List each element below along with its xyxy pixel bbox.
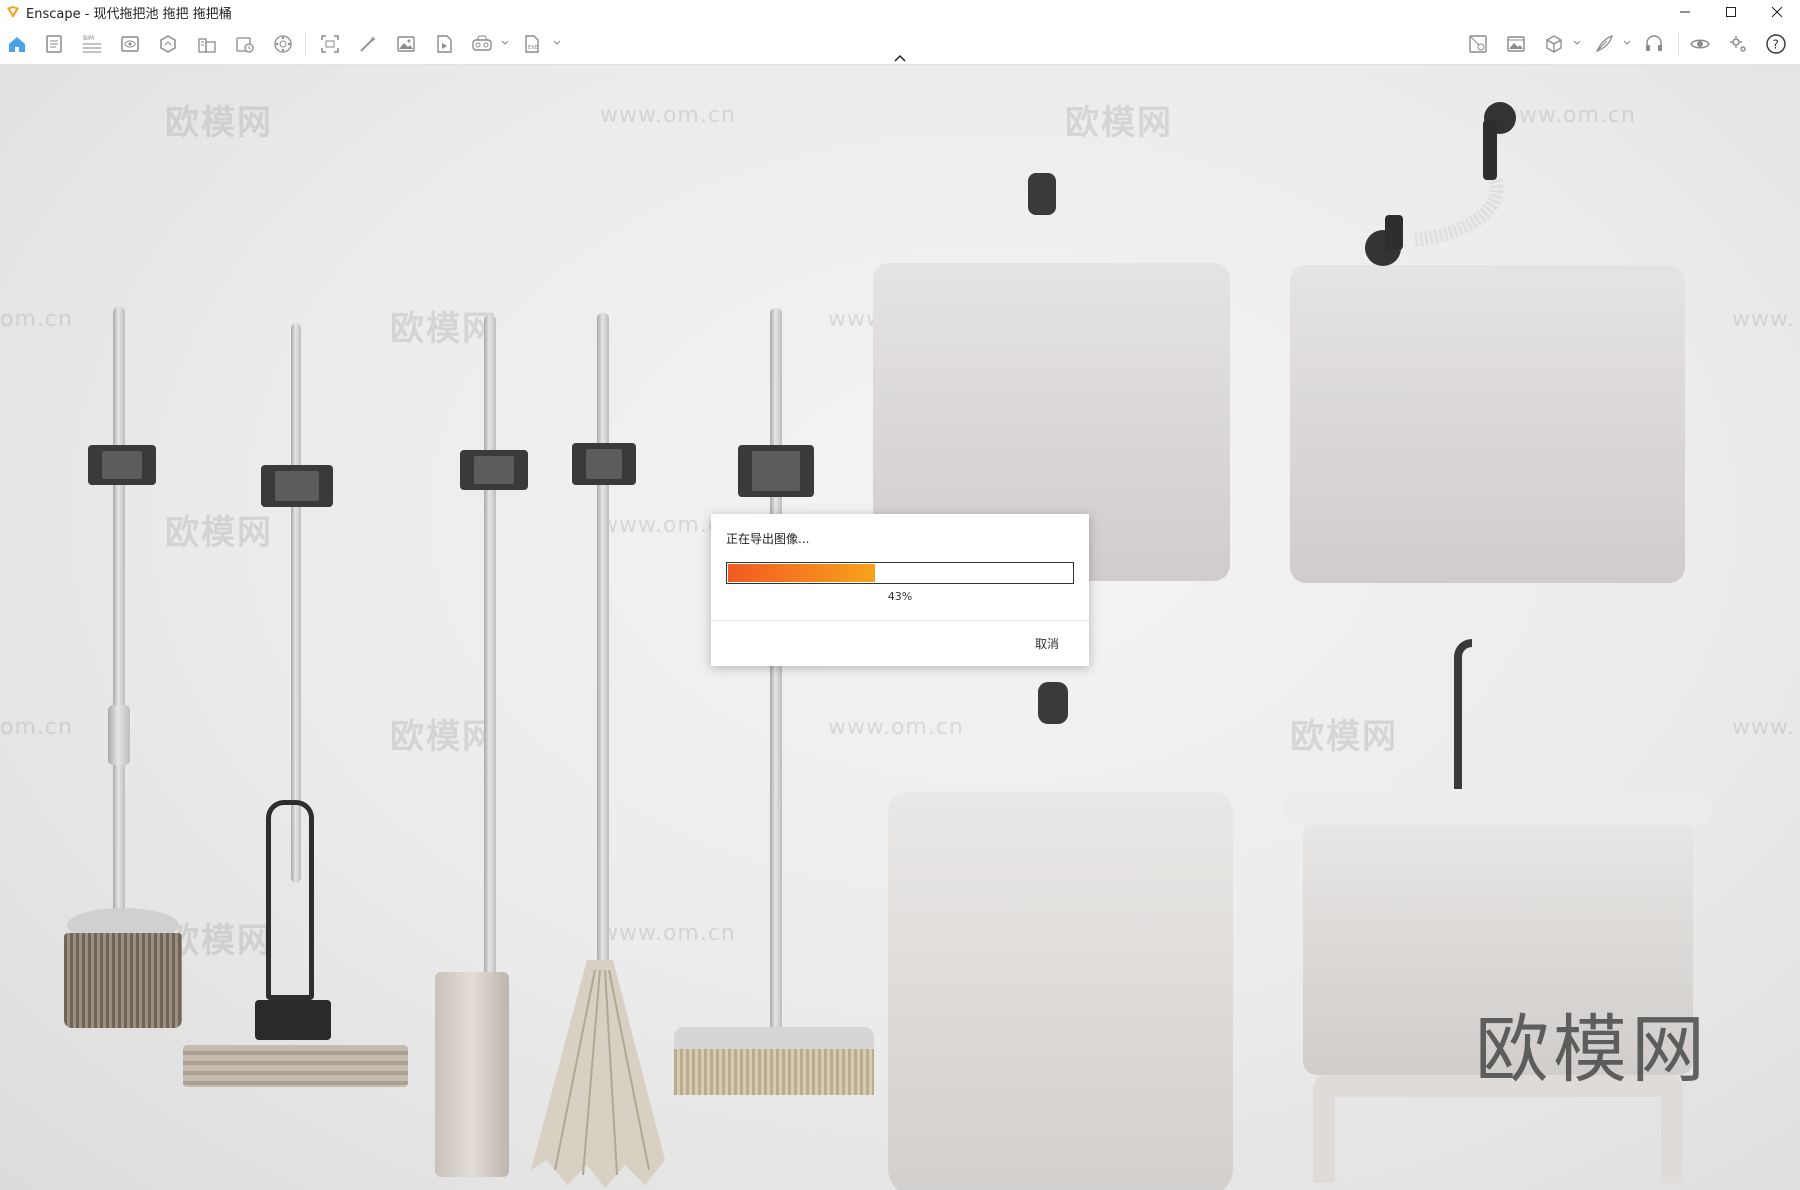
cancel-button[interactable]: 取消	[1035, 635, 1059, 652]
orbit-icon[interactable]	[156, 32, 180, 56]
watermark-url: om.cn	[0, 715, 73, 740]
chevron-down-icon[interactable]	[500, 38, 510, 48]
dialog-divider	[711, 620, 1089, 621]
maximize-button[interactable]	[1708, 0, 1754, 24]
watermark-url: www.om.cn	[600, 103, 736, 128]
vr-icon[interactable]	[470, 32, 494, 56]
minimize-icon	[1680, 11, 1690, 13]
export-progress-dialog: 正在导出图像... 43% 取消	[711, 514, 1089, 666]
toolbar-separator	[1678, 32, 1679, 56]
svg-text:EXE: EXE	[528, 45, 538, 51]
wall-sink	[1290, 265, 1685, 583]
watermark: 欧模网	[165, 513, 273, 553]
material-editor-icon[interactable]	[1466, 32, 1490, 56]
watermark: 欧模网	[1290, 717, 1398, 757]
panorama-icon[interactable]	[271, 32, 295, 56]
watermark: 欧模网	[390, 309, 498, 349]
file-export-icon[interactable]: EXE	[520, 32, 544, 56]
magic-wand-icon[interactable]	[356, 32, 380, 56]
faucet	[1028, 173, 1056, 215]
settings-icon[interactable]	[1726, 32, 1750, 56]
window-title: Enscape - 现代拖把池 拖把 拖把桶	[26, 6, 232, 22]
watermark-url: om.cn	[0, 307, 73, 332]
progress-bar	[726, 562, 1074, 584]
enscape-logo-icon	[7, 6, 19, 18]
close-button[interactable]	[1754, 0, 1800, 24]
watermark-url: www.	[1732, 307, 1795, 332]
watermark: 欧模网	[390, 717, 498, 757]
close-icon	[1771, 6, 1783, 18]
home-icon[interactable]	[5, 32, 29, 56]
image-export-icon[interactable]	[394, 32, 418, 56]
shower-hose	[1365, 102, 1516, 266]
video-icon[interactable]	[432, 32, 456, 56]
watermark-url: www.om.cn	[600, 921, 736, 946]
cube-icon[interactable]	[1542, 32, 1566, 56]
screenshot-icon[interactable]	[318, 32, 342, 56]
headset-icon[interactable]	[1642, 32, 1666, 56]
bim-icon[interactable]: BIM	[80, 32, 104, 56]
assets-icon[interactable]	[42, 32, 66, 56]
chevron-down-icon[interactable]	[1622, 38, 1632, 48]
views-icon[interactable]	[118, 32, 142, 56]
maximize-icon	[1726, 7, 1736, 17]
progress-fill	[728, 564, 875, 582]
chevron-down-icon[interactable]	[552, 38, 562, 48]
building-icon[interactable]	[195, 32, 219, 56]
image-compare-icon[interactable]	[1504, 32, 1528, 56]
minimize-button[interactable]	[1662, 0, 1708, 24]
help-icon[interactable]: ?	[1764, 32, 1788, 56]
brand-watermark: 欧模网	[1475, 1007, 1709, 1093]
watermark-url: www.om.cn	[828, 715, 964, 740]
feather-icon[interactable]	[1592, 32, 1616, 56]
chevron-down-icon[interactable]	[1572, 38, 1582, 48]
toolbar-collapse-chevron-icon[interactable]	[893, 54, 907, 62]
svg-text:BIM: BIM	[83, 35, 94, 42]
eye-icon[interactable]	[1688, 32, 1712, 56]
watermark-url: www.	[1732, 715, 1795, 740]
floor-sink	[888, 792, 1233, 1190]
watermark: 欧模网	[165, 103, 273, 143]
dialog-title: 正在导出图像...	[726, 532, 810, 546]
watermark: 欧模网	[1065, 103, 1173, 143]
progress-percent: 43%	[887, 590, 913, 603]
toolbar-separator	[305, 32, 306, 56]
batch-render-icon[interactable]	[233, 32, 257, 56]
svg-text:?: ?	[1773, 38, 1779, 52]
faucet	[1038, 682, 1068, 724]
title-bar: Enscape - 现代拖把池 拖把 拖把桶	[0, 0, 1800, 24]
